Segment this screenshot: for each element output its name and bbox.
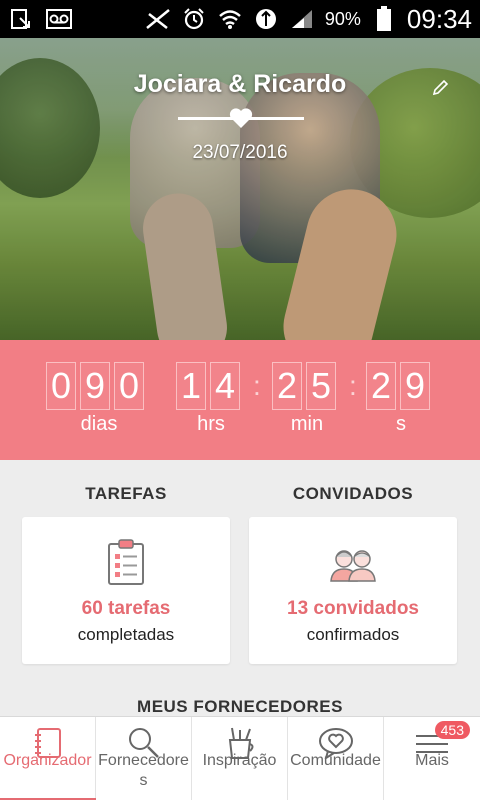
- seconds-digits: 2 9: [366, 362, 434, 410]
- countdown-timer: 0 9 0 1 4 : 2 5 : 2 9 dias hrs min s: [0, 340, 480, 460]
- heart-icon: [228, 106, 254, 130]
- days-digits: 0 9 0: [46, 362, 148, 410]
- wedding-date: 23/07/2016: [192, 142, 288, 163]
- battery-icon: [371, 6, 397, 31]
- seconds-label: s: [396, 413, 406, 435]
- seconds-digit-1: 2: [366, 362, 396, 410]
- hours-digit-1: 1: [176, 362, 206, 410]
- clock-time: 09:34: [406, 3, 472, 34]
- minutes-digits: 2 5: [272, 362, 340, 410]
- nav-label-organizer: Organizador: [3, 752, 92, 769]
- colon-separator: :: [253, 370, 261, 401]
- minutes-digit-2: 5: [306, 362, 336, 410]
- download-notification-icon: [8, 7, 34, 31]
- wifi-icon: [217, 7, 243, 31]
- alarm-clock-icon: [181, 7, 207, 31]
- tasks-subtitle: completadas: [77, 625, 175, 644]
- nav-item-organizer[interactable]: Organizador: [0, 717, 96, 800]
- nav-label-more: Mais: [415, 752, 449, 769]
- clipboard-checklist-icon: [22, 539, 230, 585]
- suppliers-section-title: MEUS FORNECEDORES: [137, 697, 343, 716]
- minutes-digit-1: 2: [272, 362, 302, 410]
- guests-subtitle: confirmados: [306, 625, 400, 644]
- nav-label-suppliers: Fornecedores: [98, 752, 189, 789]
- seconds-digit-2: 9: [400, 362, 430, 410]
- nav-label-inspiration: Inspiração: [202, 752, 277, 769]
- days-digit-3: 0: [114, 362, 144, 410]
- couple-photo-header[interactable]: Jociara & Ricardo 23/07/2016: [0, 38, 480, 340]
- guests-count: 13 convidados: [287, 598, 419, 619]
- hours-label: hrs: [197, 413, 225, 435]
- data-sync-icon: [253, 7, 279, 31]
- no-signal-icon: [145, 7, 171, 31]
- nav-item-inspiration[interactable]: Inspiração: [192, 717, 288, 800]
- tasks-section-title: TAREFAS: [85, 484, 167, 503]
- nav-label-community: Comunidade: [290, 752, 381, 769]
- colon-separator: :: [349, 370, 357, 401]
- status-bar: 90% 09:34: [0, 0, 480, 38]
- nav-item-community[interactable]: Comunidade: [288, 717, 384, 800]
- title-divider: [178, 108, 304, 132]
- bottom-navigation: Organizador Fornecedores Inspiração Comu…: [0, 716, 480, 800]
- minutes-label: min: [290, 413, 324, 435]
- cellular-signal-icon: [289, 7, 315, 31]
- guests-couple-icon: [249, 539, 457, 585]
- days-label: dias: [80, 413, 118, 435]
- guests-section-title: CONVIDADOS: [292, 484, 414, 503]
- notification-badge: 453: [434, 721, 470, 739]
- nav-item-suppliers[interactable]: Fornecedores: [96, 717, 192, 800]
- couple-name: Jociara & Ricardo: [133, 70, 347, 98]
- days-digit-2: 9: [80, 362, 110, 410]
- days-digit-1: 0: [46, 362, 76, 410]
- guests-card[interactable]: 13 convidados confirmados: [249, 517, 457, 664]
- edit-icon[interactable]: [430, 76, 452, 98]
- tasks-card[interactable]: 60 tarefas completadas: [22, 517, 230, 664]
- hours-digit-2: 4: [210, 362, 240, 410]
- hours-digits: 1 4: [176, 362, 244, 410]
- nav-item-more[interactable]: 453 Mais: [384, 717, 480, 800]
- tasks-count: 60 tarefas: [81, 598, 171, 619]
- voicemail-icon: [46, 7, 72, 31]
- battery-percent: 90%: [324, 8, 361, 29]
